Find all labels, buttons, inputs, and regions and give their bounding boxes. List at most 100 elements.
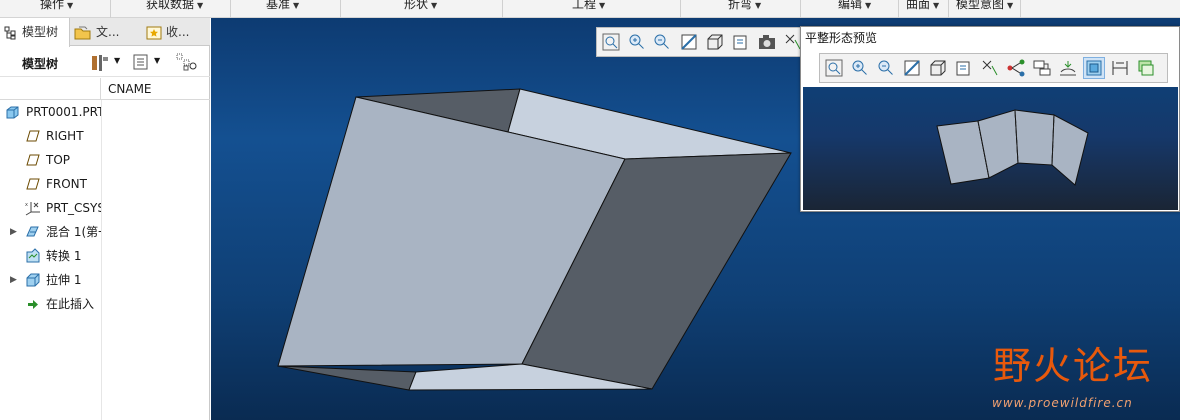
inner-bottom-dark-face <box>277 365 417 391</box>
tree-item-conversion[interactable]: 转换 1 <box>0 245 101 267</box>
ribbon-group-label: 折弯 <box>728 0 753 11</box>
dimension-icon[interactable] <box>1110 58 1130 78</box>
tab-model-tree[interactable]: 模型树 <box>0 18 70 47</box>
ribbon-separator <box>948 0 949 18</box>
flat-pattern-preview-window[interactable]: 平整形态预览 <box>800 26 1180 212</box>
expand-arrow-icon[interactable]: ▶ <box>10 221 17 243</box>
tree-item-csys[interactable]: x PRT_CSYS_DEF <box>0 197 101 219</box>
display-style-icon[interactable] <box>705 32 725 52</box>
tree-column-name[interactable] <box>0 78 101 100</box>
tab-label: 文... <box>96 25 120 39</box>
ribbon-group-label: 基准 <box>266 0 291 11</box>
navigator-panel: 模型树 文... 收... 模型树 ▼ ▼ CNAME PRT0001.PRT <box>0 18 210 420</box>
zoom-out-icon[interactable] <box>652 32 672 52</box>
zoom-in-icon[interactable] <box>850 58 870 78</box>
ribbon-group-datum[interactable]: 基准 ▼ <box>266 0 299 13</box>
ribbon-separator <box>230 0 231 18</box>
ribbon-group-edit[interactable]: 编辑 ▼ <box>838 0 871 13</box>
tree-item-right[interactable]: RIGHT <box>0 125 101 147</box>
zoom-fit-icon[interactable] <box>601 32 621 52</box>
ribbon-separator <box>502 0 503 18</box>
tree-item-part[interactable]: PRT0001.PRT <box>0 101 101 123</box>
repaint-icon[interactable] <box>679 32 699 52</box>
ribbon-group-shapes[interactable]: 形状 ▼ <box>404 0 437 13</box>
view-manager-icon[interactable] <box>1032 58 1052 78</box>
column-divider <box>101 100 102 420</box>
tab-folder-browser[interactable]: 文... <box>74 18 140 46</box>
preview-toolbar <box>819 53 1168 83</box>
ribbon-group-model-intent[interactable]: 模型意图 ▼ <box>956 0 1013 13</box>
chevron-down-icon: ▼ <box>865 1 872 10</box>
ribbon-separator <box>1020 0 1021 18</box>
insert-here-arrow-icon <box>28 300 38 309</box>
tree-item-label: 拉伸 1 <box>46 273 82 287</box>
ribbon-separator <box>680 0 681 18</box>
extrude-icon <box>26 273 40 287</box>
tab-favorites[interactable]: 收... <box>146 18 208 46</box>
datum-display-icon[interactable] <box>980 58 1000 78</box>
tab-label: 模型树 <box>22 25 59 39</box>
tab-label: 收... <box>166 25 190 39</box>
zoom-out-icon[interactable] <box>876 58 896 78</box>
layer-icon[interactable] <box>1136 58 1156 78</box>
saved-views-icon[interactable] <box>954 58 974 78</box>
watermark-url: www.proewildfire.cn <box>992 396 1133 410</box>
chevron-down-icon: ▼ <box>599 1 606 10</box>
tree-item-front[interactable]: FRONT <box>0 173 101 195</box>
ribbon-group-get-data[interactable]: 获取数据 ▼ <box>146 0 203 13</box>
tree-item-label: FRONT <box>46 177 87 191</box>
forum-watermark: 野火论坛 www.proewildfire.cn <box>990 335 1170 415</box>
datum-plane-icon <box>26 154 40 166</box>
zoom-in-icon[interactable] <box>627 32 647 52</box>
tree-item-label: RIGHT <box>46 129 84 143</box>
tree-filter-icon[interactable] <box>176 53 198 71</box>
folder-browser-icon <box>74 26 91 39</box>
chevron-down-icon: ▼ <box>755 1 762 10</box>
tree-item-extrude[interactable]: ▶ 拉伸 1 <box>0 269 101 291</box>
show-list-icon[interactable] <box>132 53 150 71</box>
repaint-icon[interactable] <box>902 58 922 78</box>
preview-title: 平整形态预览 <box>805 31 878 45</box>
ribbon-group-operations[interactable]: 操作 ▼ <box>40 0 73 13</box>
tree-item-label: PRT_CSYS_DEF <box>46 201 101 215</box>
chevron-down-icon[interactable]: ▼ <box>114 56 120 65</box>
tree-item-label: 混合 1(第一壁) <box>46 225 101 239</box>
tree-item-label: 转换 1 <box>46 249 82 263</box>
chevron-down-icon: ▼ <box>1007 1 1014 10</box>
camera-icon[interactable] <box>757 32 777 52</box>
toggle-active-icon[interactable] <box>1083 57 1105 79</box>
flat-pattern-canvas[interactable] <box>803 87 1178 210</box>
datum-plane-icon <box>26 178 40 190</box>
flat-pattern-shape <box>936 109 1089 186</box>
ribbon-group-label: 编辑 <box>838 0 863 11</box>
chevron-down-icon: ▼ <box>933 1 940 10</box>
ribbon-group-bend[interactable]: 折弯 ▼ <box>728 0 761 13</box>
ribbon-group-label: 曲面 <box>906 0 931 11</box>
saved-views-icon[interactable] <box>731 32 751 52</box>
tree-item-top[interactable]: TOP <box>0 149 101 171</box>
chevron-down-icon: ▼ <box>293 1 300 10</box>
flatten-icon[interactable] <box>1058 58 1078 78</box>
expand-arrow-icon[interactable]: ▶ <box>10 269 17 291</box>
ribbon-group-surfaces[interactable]: 曲面 ▼ <box>906 0 939 13</box>
zoom-fit-icon[interactable] <box>824 58 844 78</box>
ribbon-separator <box>800 0 801 18</box>
display-style-icon[interactable] <box>928 58 948 78</box>
part-icon <box>6 106 19 119</box>
tree-item-insert-here[interactable]: 在此插入 <box>0 293 101 315</box>
ribbon-group-label: 模型意图 <box>956 0 1005 11</box>
chevron-down-icon[interactable]: ▼ <box>154 56 160 65</box>
model-tree-title: 模型树 <box>22 57 59 71</box>
tree-item-blend[interactable]: ▶ 混合 1(第一壁) <box>0 221 101 243</box>
ribbon-group-label: 形状 <box>404 0 429 11</box>
column-cname[interactable]: CNAME <box>108 82 152 96</box>
tree-item-label: 在此插入 <box>46 297 95 311</box>
ribbon-group-engineering[interactable]: 工程 ▼ <box>572 0 605 13</box>
connect-icon[interactable] <box>1006 58 1026 78</box>
favorites-icon <box>146 26 162 39</box>
watermark-text: 野火论坛 <box>993 344 1154 388</box>
settings-tools-icon[interactable] <box>90 53 110 73</box>
ribbon-group-label: 操作 <box>40 0 65 11</box>
chevron-down-icon: ▼ <box>431 1 438 10</box>
ribbon-separator <box>110 0 111 18</box>
